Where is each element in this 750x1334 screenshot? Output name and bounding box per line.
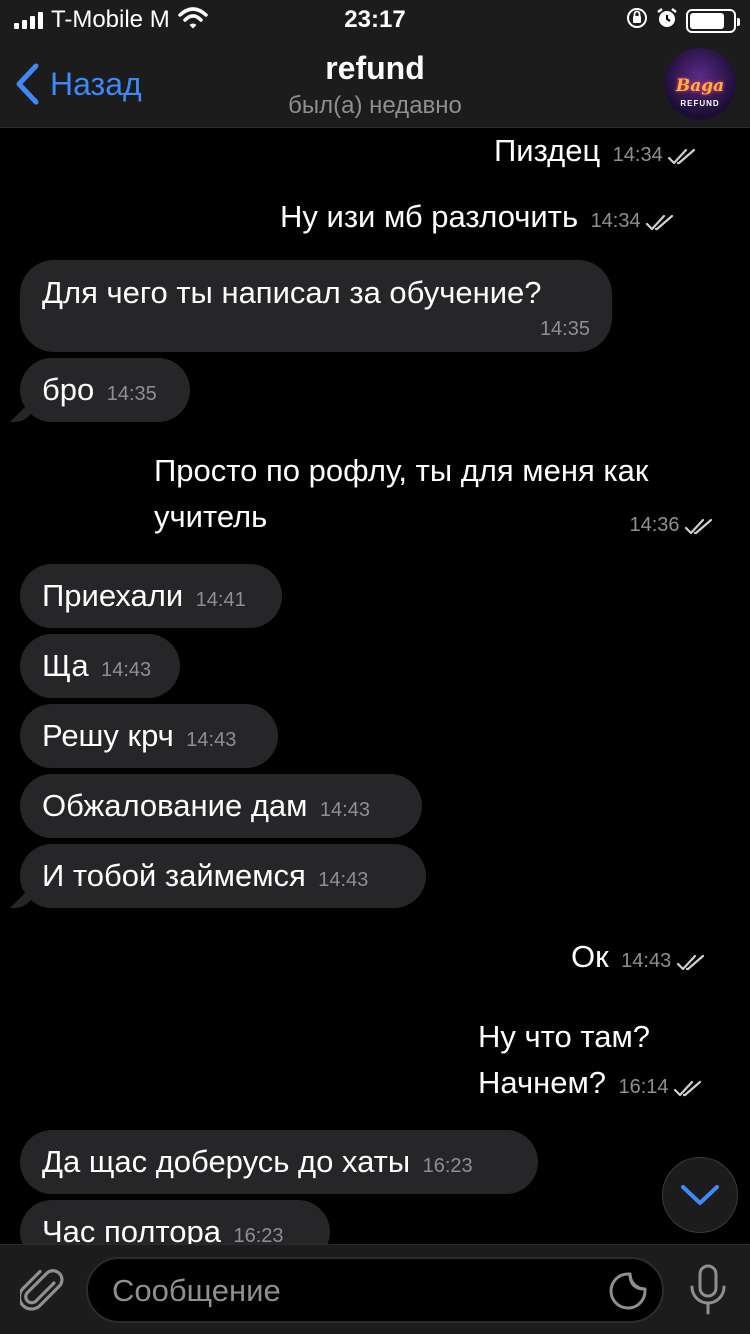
message-time: 14:36 xyxy=(629,514,680,536)
status-bar: T-Mobile M 23:17 xyxy=(0,0,750,40)
bubble-tail xyxy=(10,396,36,422)
last-seen-status: был(а) недавно xyxy=(288,92,462,119)
message-text: Приехали xyxy=(42,578,184,613)
message-text: Обжалование дам xyxy=(42,788,308,823)
battery-icon xyxy=(686,8,740,33)
message-outgoing[interactable]: Ок 14:43 xyxy=(571,934,731,980)
avatar-logo: Baga xyxy=(675,76,725,96)
message-input[interactable]: Сообщение xyxy=(86,1257,664,1323)
double-check-icon xyxy=(668,148,696,164)
bubble-tail xyxy=(10,882,36,908)
message-outgoing[interactable]: Ну изи мб разлочить 14:34 xyxy=(280,194,720,240)
message-time: 14:43 xyxy=(319,799,370,821)
alarm-icon xyxy=(656,7,678,34)
scroll-to-bottom-button[interactable] xyxy=(662,1157,738,1233)
message-time: 16:14 xyxy=(618,1076,669,1098)
message-incoming[interactable]: Приехали 14:41 xyxy=(20,564,282,628)
message-time: 16:23 xyxy=(233,1225,284,1244)
double-check-icon xyxy=(645,214,674,230)
avatar-logo-subtext: REFUND xyxy=(680,99,720,108)
message-text: Ок xyxy=(571,939,609,974)
message-text: И тобой займемся xyxy=(42,858,306,893)
double-check-icon xyxy=(673,1080,702,1096)
orientation-lock-icon xyxy=(626,7,648,34)
message-text: Да щас доберусь до хаты xyxy=(42,1144,411,1179)
message-time: 14:43 xyxy=(318,869,369,891)
voice-record-button[interactable] xyxy=(688,1263,728,1322)
message-incoming[interactable]: Обжалование дам 14:43 xyxy=(20,774,422,838)
message-text: Час полтора xyxy=(42,1214,222,1244)
message-text: Просто по рофлу, ты для меня как xyxy=(154,453,649,488)
message-text-line2: Начнем? xyxy=(478,1065,607,1100)
message-text: Ну изи мб разлочить xyxy=(280,199,579,234)
chat-header: Назад refund был(а) недавно Baga REFUND xyxy=(0,40,750,128)
message-incoming[interactable]: И тобой займемся 14:43 xyxy=(10,844,426,908)
double-check-icon xyxy=(684,518,713,534)
sticker-button[interactable] xyxy=(608,1271,648,1316)
message-incoming[interactable]: Для чего ты написал за обучение? 14:35 xyxy=(20,260,612,352)
message-list[interactable]: Пиздец 14:34 Ну изи мб разлочить 14:34 Д… xyxy=(0,128,750,1244)
message-time: 14:34 xyxy=(612,144,663,166)
message-incoming[interactable]: Решу крч 14:43 xyxy=(20,704,278,768)
message-outgoing[interactable]: Пиздец 14:34 xyxy=(494,128,714,174)
message-outgoing[interactable]: Просто по рофлу, ты для меня как учитель… xyxy=(154,448,724,540)
microphone-icon xyxy=(690,1264,726,1315)
message-time: 14:43 xyxy=(186,729,237,751)
message-text: Ну что там? xyxy=(478,1019,650,1054)
paperclip-icon xyxy=(17,1269,64,1311)
message-time: 14:34 xyxy=(590,210,641,232)
message-incoming[interactable]: Да щас доберусь до хаты 16:23 xyxy=(20,1130,538,1194)
message-text: бро xyxy=(42,372,95,407)
message-incoming[interactable]: Час полтора 16:23 xyxy=(20,1200,330,1244)
message-time: 14:43 xyxy=(101,659,152,681)
double-check-icon xyxy=(676,954,704,970)
message-outgoing[interactable]: Ну что там? Начнем? 16:14 xyxy=(478,1014,728,1106)
sticker-icon xyxy=(609,1272,647,1310)
message-incoming[interactable]: Ща 14:43 xyxy=(20,634,180,698)
message-time: 14:41 xyxy=(195,589,246,611)
message-incoming[interactable]: бро 14:35 xyxy=(10,358,190,422)
message-text: Для чего ты написал за обучение? xyxy=(42,275,542,310)
message-text: Решу крч xyxy=(42,718,174,753)
message-input-bar: Сообщение xyxy=(0,1244,750,1334)
message-time: 14:35 xyxy=(539,318,590,340)
attach-button[interactable] xyxy=(17,1265,66,1320)
message-text: Ща xyxy=(42,648,89,683)
message-time: 14:43 xyxy=(621,950,672,972)
message-time: 16:23 xyxy=(422,1155,473,1177)
message-text: Пиздец xyxy=(494,133,601,168)
chat-title[interactable]: refund xyxy=(0,50,750,87)
message-time: 14:35 xyxy=(106,383,157,405)
chevron-down-icon xyxy=(681,1185,719,1205)
message-input-placeholder: Сообщение xyxy=(112,1273,281,1308)
avatar[interactable]: Baga REFUND xyxy=(664,48,736,120)
